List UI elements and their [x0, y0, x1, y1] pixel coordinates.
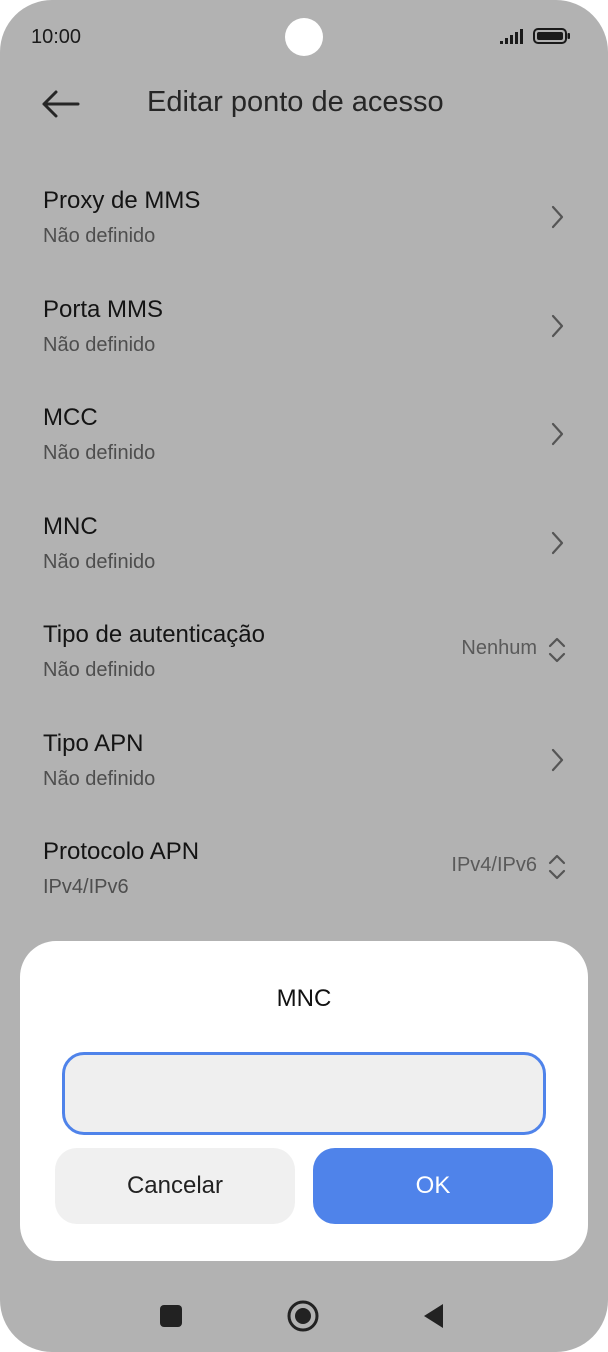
signal-icon	[500, 29, 523, 44]
setting-subtitle: Não definido	[43, 442, 156, 464]
setting-mcc[interactable]: MCC Não definido	[0, 380, 608, 489]
navigation-bar	[0, 1280, 608, 1352]
page-title: Editar ponto de acesso	[147, 86, 444, 118]
up-down-icon	[548, 637, 566, 663]
setting-value: IPv4/IPv6	[451, 854, 537, 876]
setting-mnc[interactable]: MNC Não definido	[0, 489, 608, 598]
setting-title: Proxy de MMS	[43, 187, 201, 214]
chevron-right-icon	[551, 422, 564, 446]
setting-title: Protocolo APN	[43, 838, 200, 865]
system-back-button[interactable]	[414, 1296, 454, 1336]
setting-proxy-mms[interactable]: Proxy de MMS Não definido	[0, 163, 608, 272]
setting-title: MNC	[43, 512, 98, 540]
chevron-right-icon	[551, 205, 564, 229]
setting-subtitle: Não definido	[43, 767, 156, 790]
setting-title: Tipo APN	[43, 729, 144, 757]
home-icon	[287, 1300, 319, 1332]
settings-list: Proxy de MMS Não definido Porta MMS Não …	[0, 163, 608, 923]
mnc-input[interactable]	[62, 1052, 546, 1135]
back-button[interactable]	[34, 82, 88, 126]
cancel-button[interactable]: Cancelar	[55, 1148, 295, 1224]
dialog-title: MNC	[276, 985, 332, 1012]
setting-protocolo-apn[interactable]: Protocolo APN IPv4/IPv6 IPv4/IPv6	[0, 814, 608, 923]
chevron-right-icon	[551, 531, 564, 554]
status-bar: 10:00	[0, 0, 608, 76]
setting-subtitle: Não definido	[43, 225, 156, 247]
up-down-icon	[548, 854, 566, 880]
setting-tipo-apn[interactable]: Tipo APN Não definido	[0, 706, 608, 815]
camera-cutout	[285, 18, 323, 56]
setting-title: MCC	[43, 404, 98, 431]
chevron-right-icon	[551, 748, 564, 771]
battery-icon	[533, 28, 570, 44]
app-bar: Editar ponto de acesso	[0, 76, 608, 136]
setting-porta-mms[interactable]: Porta MMS Não definido	[0, 272, 608, 381]
arrow-left-icon	[42, 90, 80, 118]
setting-subtitle: Não definido	[43, 333, 156, 356]
recent-apps-button[interactable]	[151, 1296, 191, 1336]
setting-subtitle: Não definido	[43, 550, 156, 573]
recent-apps-icon	[160, 1305, 182, 1327]
chevron-right-icon	[551, 314, 564, 337]
setting-subtitle: Não definido	[43, 659, 156, 681]
mnc-dialog: MNC Cancelar OK	[20, 941, 588, 1261]
ok-button[interactable]: OK	[313, 1148, 553, 1224]
setting-subtitle: IPv4/IPv6	[43, 876, 129, 898]
back-triangle-icon	[424, 1304, 443, 1328]
setting-tipo-autenticacao[interactable]: Tipo de autenticação Não definido Nenhum	[0, 597, 608, 706]
setting-value: Nenhum	[461, 637, 537, 659]
phone-screen: 10:00 Editar ponto de acesso Proxy de MM…	[0, 0, 608, 1352]
status-time: 10:00	[31, 26, 82, 48]
home-button[interactable]	[283, 1296, 323, 1336]
setting-title: Porta MMS	[43, 295, 164, 323]
setting-title: Tipo de autenticação	[43, 621, 265, 648]
